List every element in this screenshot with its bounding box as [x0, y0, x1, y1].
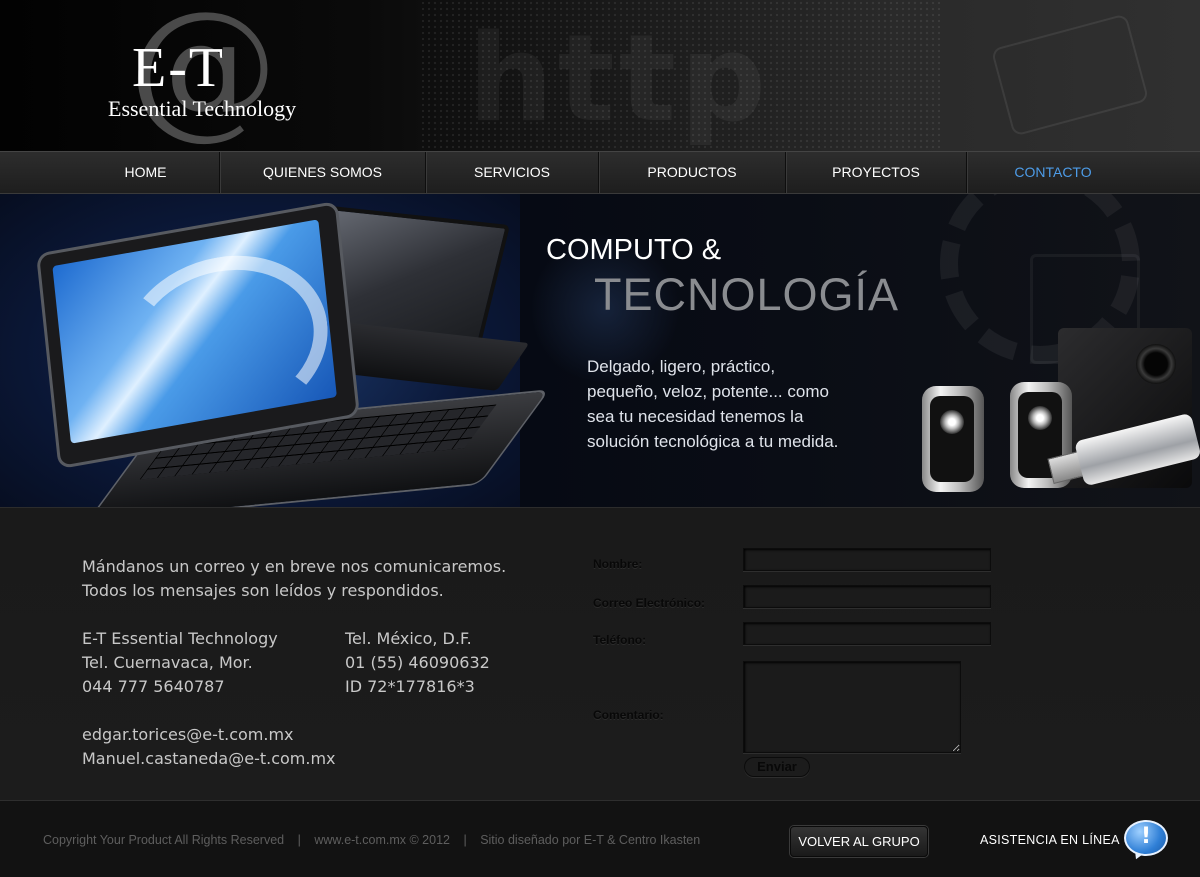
exclamation-mark: !: [1140, 824, 1152, 849]
phone-label-mexico: Tel. México, D.F.: [345, 629, 472, 648]
header: http @ E-T Essential Technology: [0, 0, 1200, 151]
speaker-front: [930, 396, 974, 482]
footer: Copyright Your Product All Rights Reserv…: [0, 800, 1200, 877]
nav-home[interactable]: HOME: [72, 152, 220, 193]
email-link-manuel[interactable]: Manuel.castaneda@e-t.com.mx: [82, 747, 506, 771]
phone-input[interactable]: [743, 622, 991, 645]
contact-intro-line2: Todos los mensajes son leídos y respondi…: [82, 581, 444, 600]
nav-productos[interactable]: PRODUCTOS: [599, 152, 786, 193]
email-input[interactable]: [743, 585, 991, 608]
exclamation-bubble-icon[interactable]: !: [1124, 820, 1168, 863]
submit-button[interactable]: Enviar: [744, 757, 810, 777]
back-to-group-button[interactable]: VOLVER AL GRUPO: [790, 826, 928, 857]
email-label: Correo Electrónico:: [593, 596, 706, 610]
phone-mexico: 01 (55) 46090632: [345, 653, 490, 672]
online-assistance-link[interactable]: ASISTENCIA EN LÍNEA: [980, 833, 1120, 847]
banner-text-line: Delgado, ligero, práctico,: [587, 357, 776, 376]
name-input[interactable]: [743, 548, 991, 571]
banner-text-line: solución tecnológica a tu medida.: [587, 432, 839, 451]
site-credits: Sitio diseñado por E-T & Centro Ikasten: [480, 833, 701, 847]
nav-servicios[interactable]: SERVICIOS: [426, 152, 599, 193]
contact-form: Nombre: Correo Electrónico: Teléfono: Co…: [593, 545, 1013, 785]
footer-separator: |: [297, 833, 301, 847]
name-label: Nombre:: [593, 557, 643, 571]
banner-description: Delgado, ligero, práctico, pequeño, velo…: [587, 354, 867, 454]
main-nav: HOME QUIENES SOMOS SERVICIOS PRODUCTOS P…: [0, 151, 1200, 194]
header-bg-word: http: [468, 10, 771, 149]
speaker-cone: [940, 410, 964, 434]
logo-initials: E-T: [132, 37, 226, 99]
laptop-display: [52, 219, 337, 444]
speaker-cone: [1028, 406, 1052, 430]
laptop-front-image: [39, 204, 547, 507]
banner-text-line: pequeño, veloz, potente... como: [587, 382, 829, 401]
logo-tagline: Essential Technology: [108, 96, 297, 121]
contact-section: Mándanos un correo y en breve nos comuni…: [0, 507, 1200, 800]
logo[interactable]: @ E-T Essential Technology: [108, 0, 308, 142]
nav-proyectos[interactable]: PROYECTOS: [786, 152, 967, 193]
nav-contacto[interactable]: CONTACTO: [967, 152, 1139, 193]
copyright-text: Copyright Your Product All Rights Reserv…: [43, 833, 285, 847]
speaker-left-image: [922, 386, 984, 492]
lock-graphic-icon: [990, 13, 1150, 137]
hero-banner: COMPUTO & TECNOLOGÍA Delgado, ligero, pr…: [0, 194, 1200, 507]
footer-separator: |: [463, 833, 467, 847]
nav-quienes-somos[interactable]: QUIENES SOMOS: [220, 152, 426, 193]
contact-intro-line1: Mándanos un correo y en breve nos comuni…: [82, 557, 507, 576]
subwoofer-cone: [1136, 344, 1176, 384]
contact-info-mexico: Tel. México, D.F. 01 (55) 46090632 ID 72…: [345, 627, 490, 699]
radio-id: ID 72*177816*3: [345, 677, 475, 696]
comment-textarea[interactable]: [743, 661, 961, 753]
banner-text-line: sea tu necesidad tenemos la: [587, 407, 804, 426]
site-url[interactable]: www.e-t.com.mx © 2012: [314, 833, 450, 847]
comment-label: Comentario:: [593, 708, 664, 722]
footer-copyright: Copyright Your Product All Rights Reserv…: [43, 833, 700, 847]
banner-title-line2: TECNOLOGÍA: [594, 269, 900, 320]
phone-label: Teléfono:: [593, 633, 647, 647]
email-link-edgar[interactable]: edgar.torices@e-t.com.mx: [82, 723, 506, 747]
banner-title-line1: COMPUTO &: [546, 234, 722, 266]
